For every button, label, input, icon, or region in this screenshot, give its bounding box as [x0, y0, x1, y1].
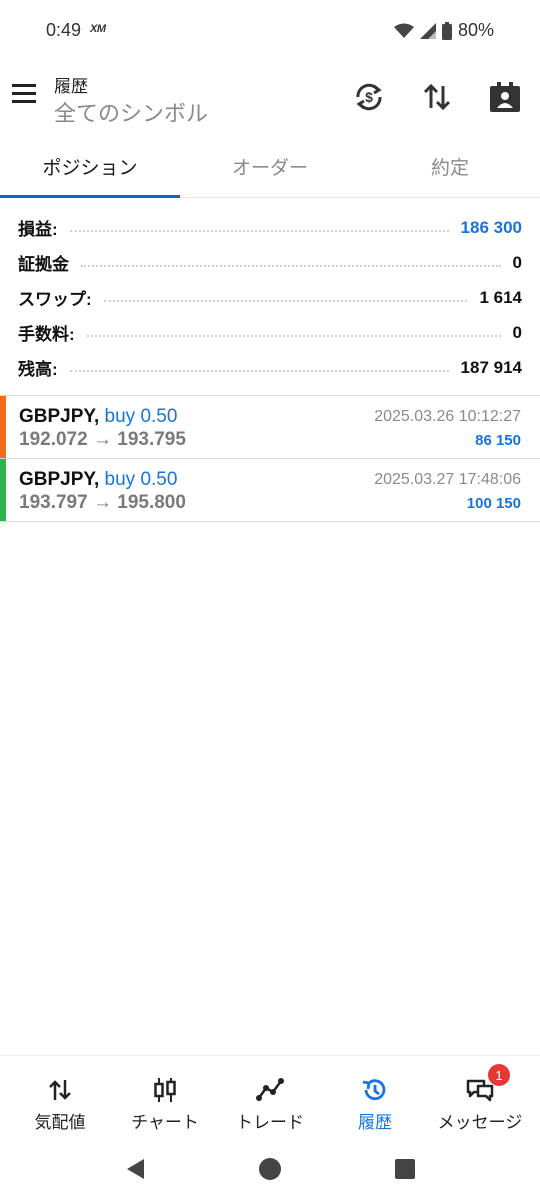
position-symbol: GBPJPY, — [19, 406, 100, 427]
summary-value: 0 — [512, 252, 522, 272]
position-row[interactable]: GBPJPY, buy 0.50 193.797 → 195.800 2025.… — [0, 459, 540, 522]
bottom-nav: 気配値 チャート トレード 履歴 1 メッセージ — [0, 1055, 540, 1141]
back-icon[interactable] — [124, 1157, 148, 1181]
summary-row-swap: スワップ: 1 614 — [0, 280, 540, 315]
nav-label: メッセージ — [437, 1113, 523, 1132]
summary-label: 証拠金 — [18, 255, 69, 274]
summary-row-commission: 手数料: 0 — [0, 315, 540, 350]
currency-exchange-icon[interactable]: $ — [352, 80, 386, 114]
battery-percent: 80% — [457, 20, 494, 40]
sort-icon[interactable] — [420, 80, 454, 114]
svg-text:$: $ — [365, 89, 373, 105]
summary-value: 187 914 — [460, 357, 522, 377]
position-time: 2025.03.27 17:48:06 — [374, 471, 521, 488]
account-summary: 損益: 186 300 証拠金 0 スワップ: 1 614 手数料: 0 残高:… — [0, 210, 540, 385]
chart-icon — [154, 1078, 176, 1102]
position-title: GBPJPY, buy 0.50 — [19, 469, 177, 491]
dotted-leader — [81, 264, 501, 267]
position-color-bar — [0, 459, 6, 521]
nav-label: トレード — [236, 1113, 304, 1132]
trade-icon — [256, 1078, 284, 1101]
close-price: 193.795 — [117, 429, 186, 450]
app-bar: 履歴 全てのシンボル $ — [0, 62, 540, 134]
position-profit: 86 150 — [475, 432, 521, 449]
summary-label: 損益: — [18, 220, 58, 239]
page-title: 履歴 — [54, 77, 88, 96]
wifi-icon — [393, 23, 414, 38]
tab-positions[interactable]: ポジション — [0, 134, 180, 198]
signal-icon — [419, 22, 436, 39]
nav-chart[interactable]: チャート — [111, 1056, 219, 1142]
tab-deals[interactable]: 約定 — [360, 134, 540, 198]
battery-icon — [441, 21, 452, 40]
nav-trade[interactable]: トレード — [216, 1056, 324, 1142]
system-nav-bar — [0, 1141, 540, 1200]
summary-value: 0 — [512, 322, 522, 342]
xm-logo: XM — [90, 23, 106, 35]
summary-label: 残高: — [18, 360, 58, 379]
nav-label: 履歴 — [358, 1113, 392, 1132]
symbol-filter[interactable]: 全てのシンボル — [54, 96, 208, 128]
summary-label: スワップ: — [18, 290, 92, 309]
position-prices: 193.797 → 195.800 — [19, 492, 186, 514]
nav-history[interactable]: 履歴 — [321, 1056, 429, 1142]
status-time: 0:49 — [46, 20, 82, 40]
summary-row-margin: 証拠金 0 — [0, 245, 540, 280]
home-icon[interactable] — [258, 1157, 282, 1181]
position-color-bar — [0, 396, 6, 458]
history-icon — [362, 1079, 386, 1101]
tab-orders[interactable]: オーダー — [180, 134, 360, 198]
position-row[interactable]: GBPJPY, buy 0.50 192.072 → 193.795 2025.… — [0, 396, 540, 459]
position-side: buy 0.50 — [104, 406, 178, 427]
nav-messages[interactable]: 1 メッセージ — [426, 1056, 534, 1142]
recents-icon[interactable] — [393, 1157, 417, 1181]
open-price: 192.072 — [19, 429, 88, 450]
summary-label: 手数料: — [18, 325, 75, 344]
status-bar: 0:49 XM 80% — [0, 0, 540, 62]
position-symbol: GBPJPY, — [19, 469, 100, 490]
summary-row-balance: 残高: 187 914 — [0, 350, 540, 385]
dotted-leader — [69, 369, 449, 372]
summary-value: 1 614 — [479, 287, 522, 307]
nav-quotes[interactable]: 気配値 — [6, 1056, 114, 1142]
tab-indicator — [0, 195, 180, 198]
menu-icon[interactable] — [12, 84, 40, 108]
summary-value: 186 300 — [460, 217, 522, 237]
dotted-leader — [69, 229, 449, 232]
positions-list: GBPJPY, buy 0.50 192.072 → 193.795 2025.… — [0, 395, 540, 522]
position-profit: 100 150 — [466, 495, 521, 512]
close-price: 195.800 — [117, 492, 186, 513]
dotted-leader — [103, 299, 468, 302]
position-title: GBPJPY, buy 0.50 — [19, 406, 177, 428]
account-icon[interactable] — [488, 80, 522, 114]
arrow-icon: → — [92, 492, 112, 513]
dotted-leader — [86, 334, 501, 337]
nav-label: チャート — [131, 1113, 199, 1132]
nav-label: 気配値 — [34, 1113, 86, 1132]
status-indicators: 80% — [393, 20, 494, 41]
position-time: 2025.03.26 10:12:27 — [374, 408, 521, 425]
tab-bar: ポジション オーダー 約定 — [0, 134, 540, 198]
position-side: buy 0.50 — [104, 469, 178, 490]
arrow-icon: → — [92, 429, 112, 450]
quotes-icon — [49, 1080, 71, 1100]
summary-row-profit: 損益: 186 300 — [0, 210, 540, 245]
open-price: 193.797 — [19, 492, 88, 513]
notification-badge: 1 — [488, 1064, 510, 1086]
position-prices: 192.072 → 193.795 — [19, 429, 186, 451]
